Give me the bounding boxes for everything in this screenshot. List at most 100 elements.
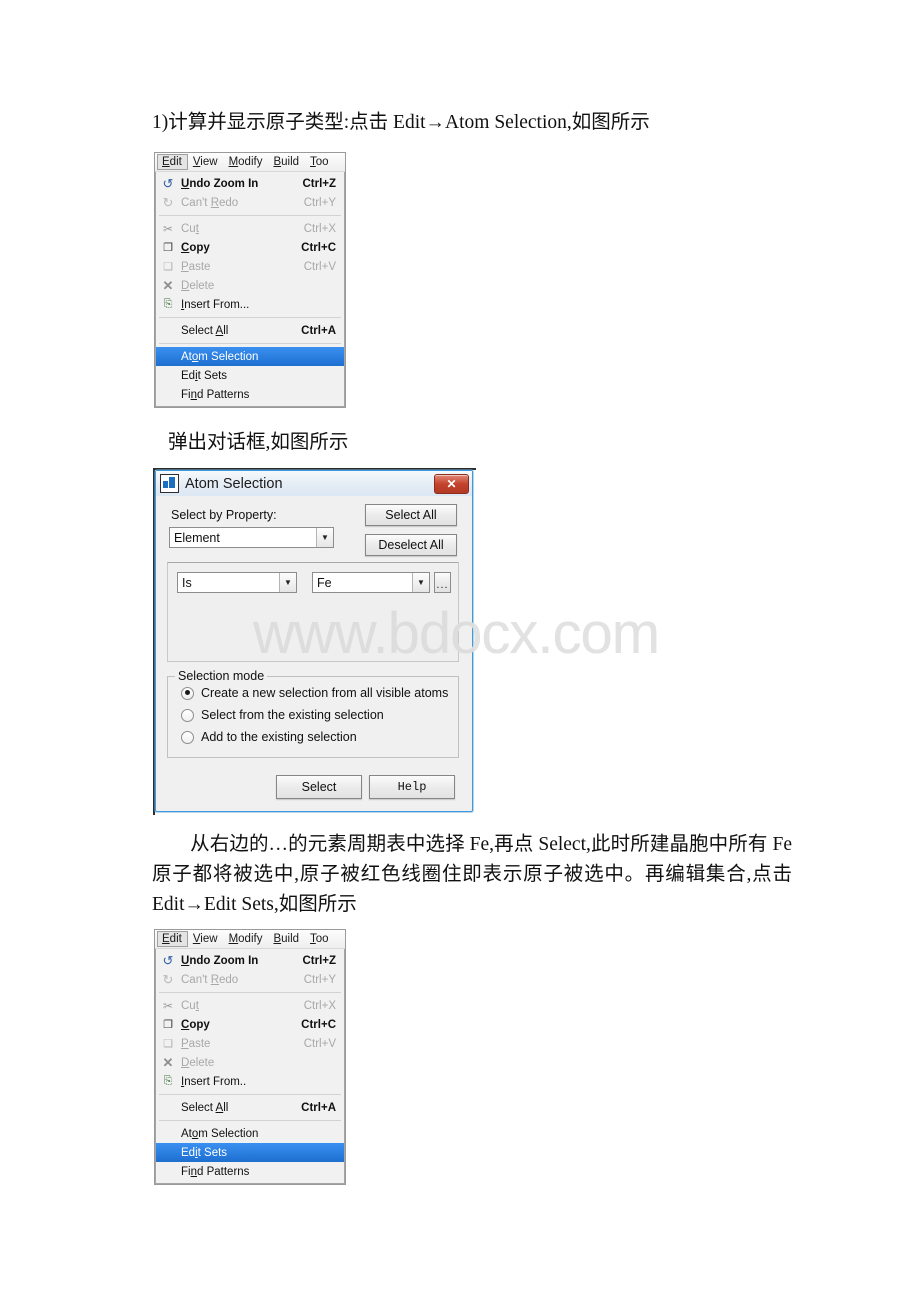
value-combo[interactable]: Fe ▼ bbox=[312, 572, 430, 593]
dialog-titlebar[interactable]: Atom Selection ✕ bbox=[156, 471, 472, 496]
menubar-item-modify[interactable]: Modify bbox=[224, 931, 269, 947]
menubar-item-view[interactable]: View bbox=[188, 154, 224, 170]
paste-icon: ❏ bbox=[163, 261, 173, 273]
menu-item-label: Find Patterns bbox=[181, 1165, 250, 1178]
menu-item-icon-slot bbox=[158, 368, 178, 384]
menu-item-undo-zoom-in[interactable]: ↺ Undo Zoom In Ctrl+Z bbox=[156, 951, 344, 970]
cut-icon: ✂ bbox=[162, 998, 174, 1013]
property-combo[interactable]: Element ▼ bbox=[169, 527, 334, 548]
menu-item-label: Delete bbox=[181, 1056, 215, 1069]
menu-item-label: Edit Sets bbox=[181, 1146, 228, 1159]
menu-item-accelerator: Ctrl+A bbox=[301, 324, 336, 337]
menu-item-label: Insert From.. bbox=[181, 1075, 247, 1088]
menubar-item-too[interactable]: Too bbox=[305, 931, 335, 947]
menubar-item-build[interactable]: Build bbox=[268, 154, 305, 170]
menu-item-accelerator: Ctrl+X bbox=[303, 222, 336, 235]
select-button[interactable]: Select bbox=[276, 775, 362, 799]
menu-item-label: Copy bbox=[181, 1018, 210, 1031]
menu-item-find-patterns[interactable]: Find Patterns bbox=[156, 1162, 344, 1181]
radio-select-from-existing[interactable]: Select from the existing selection bbox=[181, 708, 384, 722]
insert-from-icon: ⎘ bbox=[163, 1075, 173, 1087]
edit-menu-screenshot-1: Edit View Modify Build Too ↺ Undo Zoom In Ctrl… bbox=[155, 153, 345, 407]
chevron-down-icon[interactable]: ▼ bbox=[316, 528, 333, 547]
radio-label: Create a new selection from all visible … bbox=[201, 686, 449, 700]
delete-icon: ✕ bbox=[162, 277, 174, 293]
value-combo-value: Fe bbox=[313, 576, 412, 590]
menu-item-label: Cut bbox=[181, 222, 199, 235]
menu-separator bbox=[159, 1120, 341, 1121]
menu-item-edit-sets[interactable]: Edit Sets bbox=[156, 366, 344, 385]
close-icon[interactable]: ✕ bbox=[434, 473, 469, 494]
radio-label: Select from the existing selection bbox=[201, 708, 384, 722]
radio-add-to-existing[interactable]: Add to the existing selection bbox=[181, 730, 357, 744]
menu-item-label: Can't Redo bbox=[181, 973, 239, 986]
menu-item-accelerator: Ctrl+C bbox=[301, 241, 336, 254]
menu-separator bbox=[159, 1094, 341, 1095]
select-all-button[interactable]: Select All bbox=[365, 504, 457, 526]
menubar-item-edit[interactable]: Edit bbox=[157, 154, 188, 170]
menu-item-label: Undo Zoom In bbox=[181, 954, 259, 967]
menu-item-label: Paste bbox=[181, 1037, 211, 1050]
menu-item-edit-sets[interactable]: Edit Sets bbox=[156, 1143, 344, 1162]
menu-item-atom-selection[interactable]: Atom Selection bbox=[156, 1124, 344, 1143]
menu-item-label: Delete bbox=[181, 279, 215, 292]
menu-item-insert-from[interactable]: ⎘ Insert From.. bbox=[156, 1072, 344, 1091]
selection-mode-title: Selection mode bbox=[175, 669, 268, 683]
radio-icon[interactable] bbox=[181, 686, 194, 700]
dialog-caption: 弹出对话框,如图所示 bbox=[168, 432, 349, 453]
menubar-1: Edit View Modify Build Too bbox=[155, 153, 345, 172]
help-button[interactable]: Help bbox=[369, 775, 455, 799]
instruction-paragraph-text: 从右边的…的元素周期表中选择 Fe,再点 Select,此时所建晶胞中所有 Fe… bbox=[152, 834, 792, 915]
menu-item-icon-slot bbox=[158, 349, 178, 365]
menu-item-insert-from[interactable]: ⎘ Insert From... bbox=[156, 295, 344, 314]
menu-item-undo-zoom-in[interactable]: ↺ Undo Zoom In Ctrl+Z bbox=[156, 174, 344, 193]
menu-separator bbox=[159, 215, 341, 216]
menu-item-accelerator: Ctrl+Z bbox=[302, 177, 336, 190]
operator-combo[interactable]: Is ▼ bbox=[177, 572, 297, 593]
menubar-item-modify[interactable]: Modify bbox=[224, 154, 269, 170]
menu-item-select-all[interactable]: Select All Ctrl+A bbox=[156, 1098, 344, 1117]
menu-item-label: Insert From... bbox=[181, 298, 250, 311]
menu-item-accelerator: Ctrl+Y bbox=[303, 973, 336, 986]
menu-item-label: Select All bbox=[181, 324, 229, 337]
menu-item-copy[interactable]: ❐ Copy Ctrl+C bbox=[156, 238, 344, 257]
select-by-property-label: Select by Property: bbox=[171, 508, 277, 522]
menu-item-accelerator: Ctrl+Y bbox=[303, 196, 336, 209]
edit-menu-screenshot-2: Edit View Modify Build Too ↺ Undo Zoom In Ctrl… bbox=[155, 930, 345, 1184]
menu-item-label: Can't Redo bbox=[181, 196, 239, 209]
menubar-item-edit[interactable]: Edit bbox=[157, 931, 188, 947]
atom-selection-dialog: Atom Selection ✕ Select by Property: Ele… bbox=[155, 470, 473, 812]
menu-separator bbox=[159, 317, 341, 318]
deselect-all-button[interactable]: Deselect All bbox=[365, 534, 457, 556]
property-combo-value: Element bbox=[174, 530, 220, 545]
menu-item-select-all[interactable]: Select All Ctrl+A bbox=[156, 321, 344, 340]
radio-create-new-selection[interactable]: Create a new selection from all visible … bbox=[181, 686, 448, 700]
menu-item-paste: ❏ Paste Ctrl+V bbox=[156, 257, 344, 276]
menubar-item-too[interactable]: Too bbox=[305, 154, 335, 170]
menu-item-icon-slot bbox=[158, 1145, 178, 1161]
menubar-item-view[interactable]: View bbox=[188, 931, 224, 947]
menu-item-icon-slot bbox=[158, 387, 178, 403]
menu-item-cut: ✂ Cut Ctrl+X bbox=[156, 219, 344, 238]
menu-item-label: Atom Selection bbox=[181, 350, 259, 363]
menu-item-label: Select All bbox=[181, 1101, 229, 1114]
chevron-down-icon[interactable]: ▼ bbox=[412, 573, 429, 592]
menu-item-delete: ✕ Delete bbox=[156, 1053, 344, 1072]
periodic-table-browse-button[interactable]: ... bbox=[434, 572, 451, 593]
chevron-down-icon[interactable]: ▼ bbox=[279, 573, 296, 592]
menu-item-find-patterns[interactable]: Find Patterns bbox=[156, 385, 344, 404]
app-icon bbox=[160, 474, 179, 493]
menu-item-delete: ✕ Delete bbox=[156, 276, 344, 295]
undo-icon: ↺ bbox=[162, 953, 174, 968]
menubar-2: Edit View Modify Build Too bbox=[155, 930, 345, 949]
menu-item-copy[interactable]: ❐ Copy Ctrl+C bbox=[156, 1015, 344, 1034]
radio-icon[interactable] bbox=[181, 730, 194, 744]
radio-icon[interactable] bbox=[181, 708, 194, 722]
radio-label: Add to the existing selection bbox=[201, 730, 357, 744]
menubar-item-build[interactable]: Build bbox=[268, 931, 305, 947]
menu-item-atom-selection[interactable]: Atom Selection bbox=[156, 347, 344, 366]
undo-icon: ↺ bbox=[162, 176, 174, 191]
menu-item-icon-slot bbox=[158, 1164, 178, 1180]
paste-icon: ❏ bbox=[163, 1038, 173, 1050]
menu-item-label: Copy bbox=[181, 241, 210, 254]
